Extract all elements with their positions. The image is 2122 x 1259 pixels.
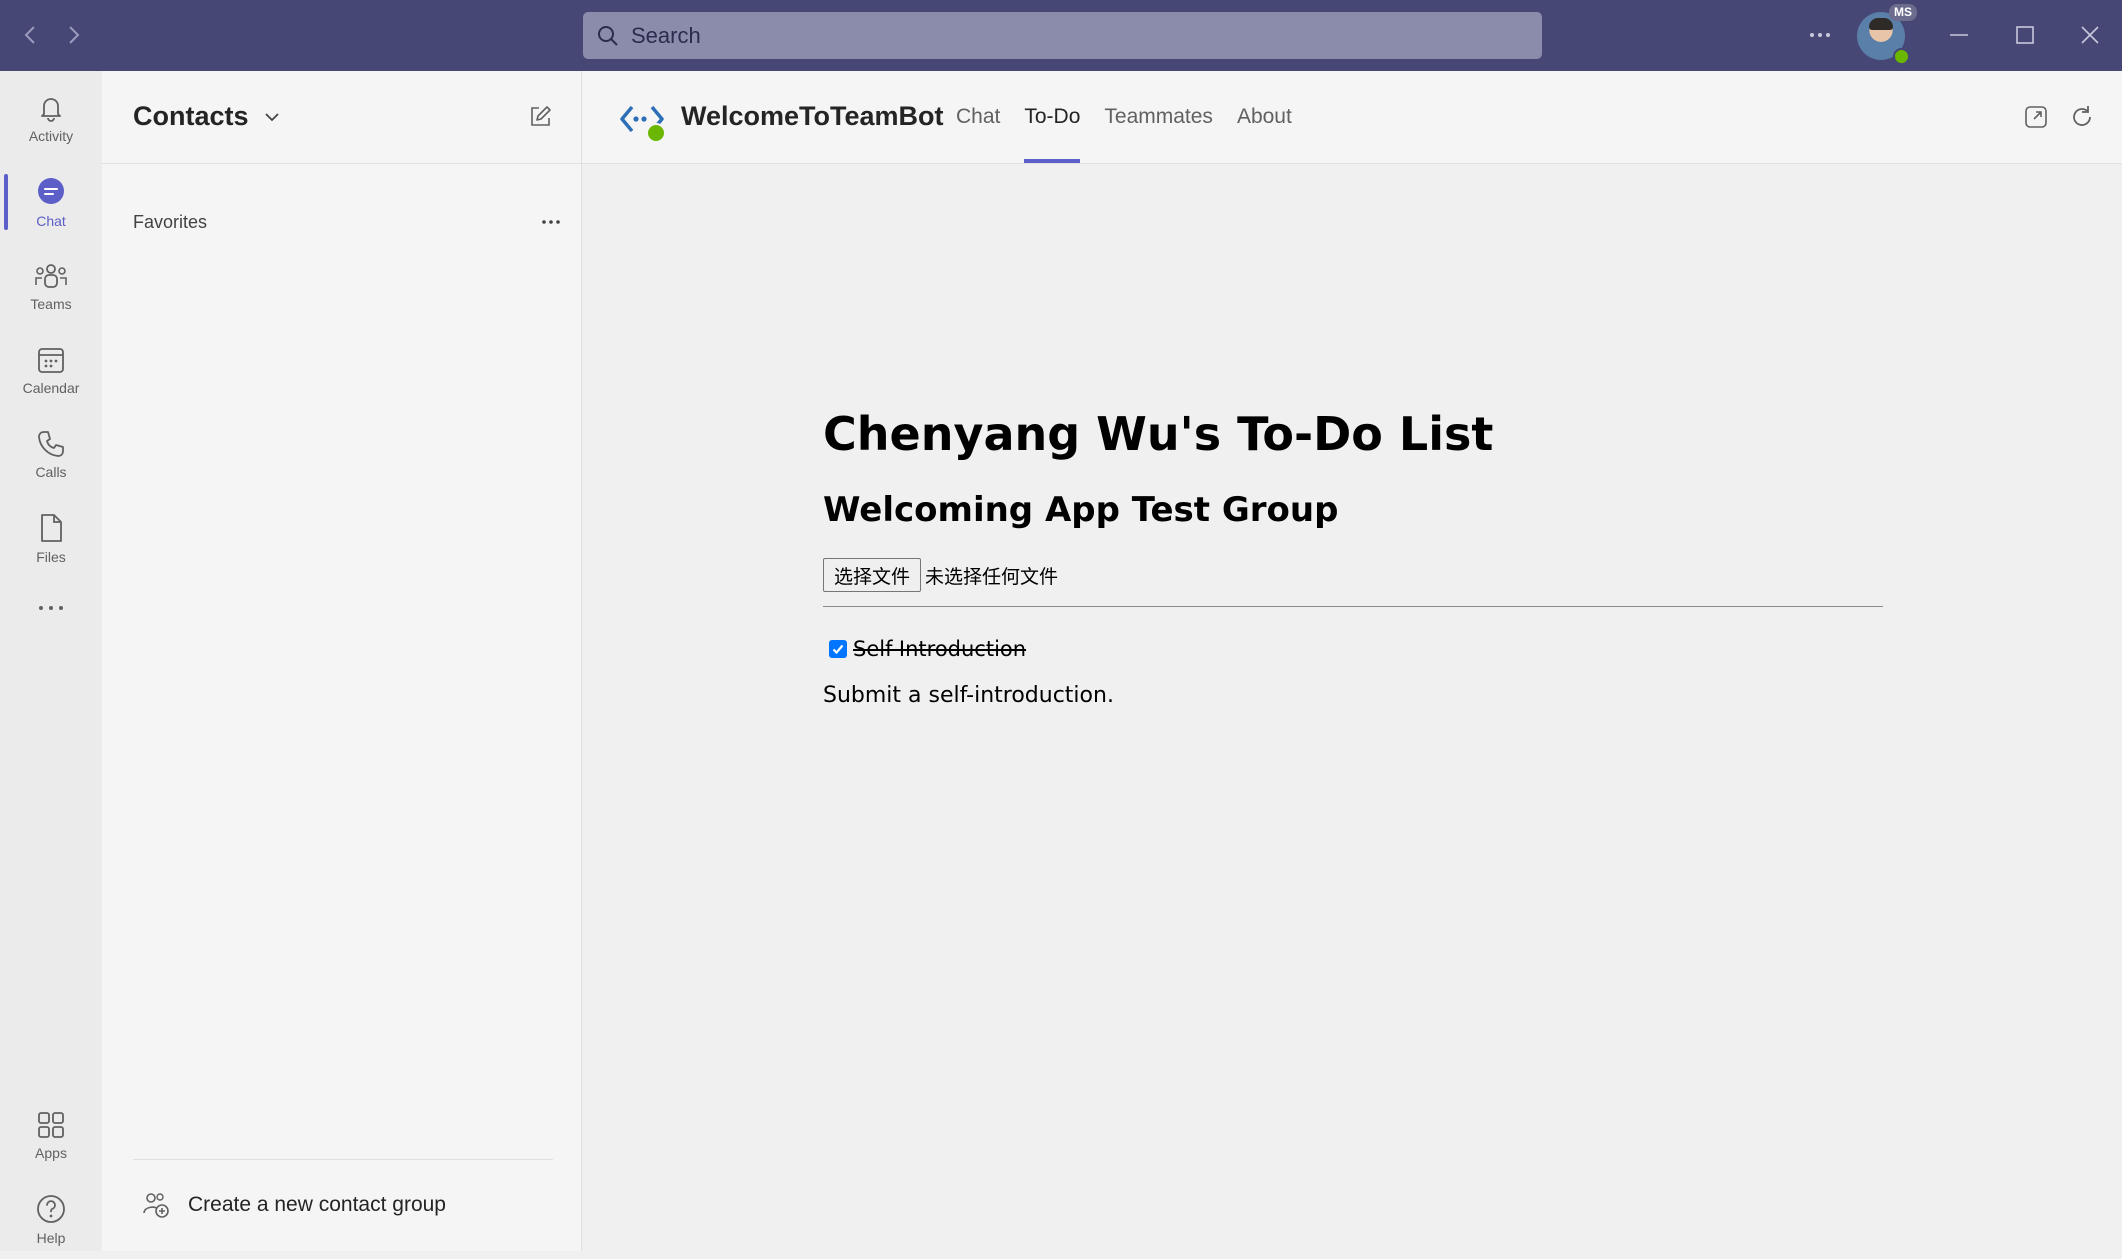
chevron-down-icon [263, 108, 281, 126]
create-contact-group-button[interactable]: Create a new contact group [142, 1181, 446, 1229]
avatar-hair [1869, 18, 1893, 30]
task-item: Self-Introduction [823, 637, 1883, 661]
rail-item-teams[interactable]: Teams [0, 246, 102, 326]
content-divider [823, 606, 1883, 607]
file-icon [36, 512, 66, 544]
rail-item-calendar[interactable]: Calendar [0, 330, 102, 410]
phone-icon [36, 429, 66, 459]
rail-label: Calls [35, 463, 67, 480]
favorites-label: Favorites [133, 211, 208, 232]
org-badge: MS [1889, 4, 1917, 21]
popout-icon[interactable] [2022, 103, 2050, 131]
forward-arrow-icon[interactable] [60, 22, 86, 48]
rail-label: Calendar [22, 379, 80, 396]
rail-label: Files [36, 548, 66, 565]
tab-chat[interactable]: Chat [956, 71, 1000, 163]
task-description: Submit a self-introduction. [823, 683, 1114, 708]
minimize-icon[interactable] [1946, 22, 1972, 48]
search-input[interactable]: Search [583, 12, 1542, 59]
bell-icon [36, 93, 66, 123]
contacts-dropdown[interactable]: Contacts [133, 101, 281, 132]
rail-label: Apps [35, 1144, 67, 1161]
rail-label: Teams [30, 295, 72, 312]
rail-item-chat[interactable]: Chat [0, 162, 102, 242]
choose-file-button[interactable]: 选择文件 [823, 558, 922, 592]
maximize-icon[interactable] [2012, 22, 2038, 48]
favorites-group[interactable]: Favorites [133, 207, 563, 237]
rail-item-activity[interactable]: Activity [0, 78, 102, 158]
contacts-pane: Contacts Favorites Create a new contact … [102, 71, 582, 1251]
new-chat-icon[interactable] [528, 105, 552, 129]
create-contact-group-label: Create a new contact group [188, 1193, 446, 1216]
rail-label: Activity [28, 127, 74, 144]
teams-icon [34, 261, 68, 291]
rail-item-help[interactable]: Help [0, 1179, 102, 1259]
task-checkbox[interactable] [829, 640, 847, 658]
search-placeholder: Search [631, 22, 701, 48]
tab-about[interactable]: About [1237, 71, 1292, 163]
app-rail: Activity Chat Teams Calendar Calls Files [0, 71, 103, 1251]
rail-label: Help [36, 1229, 66, 1246]
footer-divider [133, 1159, 553, 1160]
rail-item-calls[interactable]: Calls [0, 414, 102, 494]
app-title: WelcomeToTeamBot [681, 101, 944, 131]
rail-label: Chat [36, 212, 66, 229]
more-icon [36, 603, 66, 613]
contacts-title: Contacts [133, 101, 249, 131]
apps-icon [36, 1110, 66, 1140]
refresh-icon[interactable] [2068, 103, 2096, 131]
group-heading: Welcoming App Test Group [823, 490, 1339, 530]
task-title: Self-Introduction [853, 637, 1027, 661]
help-icon [35, 1193, 67, 1225]
calendar-icon [36, 345, 66, 375]
todo-content: Chenyang Wu's To-Do List Welcoming App T… [582, 164, 2122, 1251]
status-check-icon [646, 123, 666, 143]
add-people-icon [142, 1191, 170, 1219]
close-icon[interactable] [2077, 22, 2103, 48]
todo-list: Chenyang Wu's To-Do List Welcoming App T… [823, 404, 1883, 708]
rail-item-apps[interactable]: Apps [0, 1095, 102, 1175]
app-tabs: Chat To-Do Teammates About [956, 71, 1316, 163]
more-options-icon[interactable] [539, 210, 563, 234]
more-options-icon[interactable] [1805, 20, 1835, 50]
search-icon [597, 25, 619, 47]
back-arrow-icon[interactable] [18, 22, 44, 48]
rail-more-apps[interactable] [0, 578, 102, 638]
app-header: WelcomeToTeamBot Chat To-Do Teammates Ab… [582, 71, 2122, 164]
presence-indicator [1893, 48, 1910, 65]
todo-heading: Chenyang Wu's To-Do List [823, 407, 1494, 461]
rail-item-files[interactable]: Files [0, 498, 102, 578]
contacts-header: Contacts [102, 71, 581, 164]
tab-to-do[interactable]: To-Do [1024, 71, 1081, 163]
tab-teammates[interactable]: Teammates [1104, 71, 1213, 163]
bot-app-icon [618, 95, 666, 143]
title-bar: Search MS [0, 0, 2122, 71]
file-upload: 选择文件 未选择任何文件 [823, 558, 1883, 592]
chat-icon [35, 176, 67, 208]
profile-avatar[interactable]: MS [1857, 4, 1917, 65]
file-status-text: 未选择任何文件 [925, 565, 1059, 588]
